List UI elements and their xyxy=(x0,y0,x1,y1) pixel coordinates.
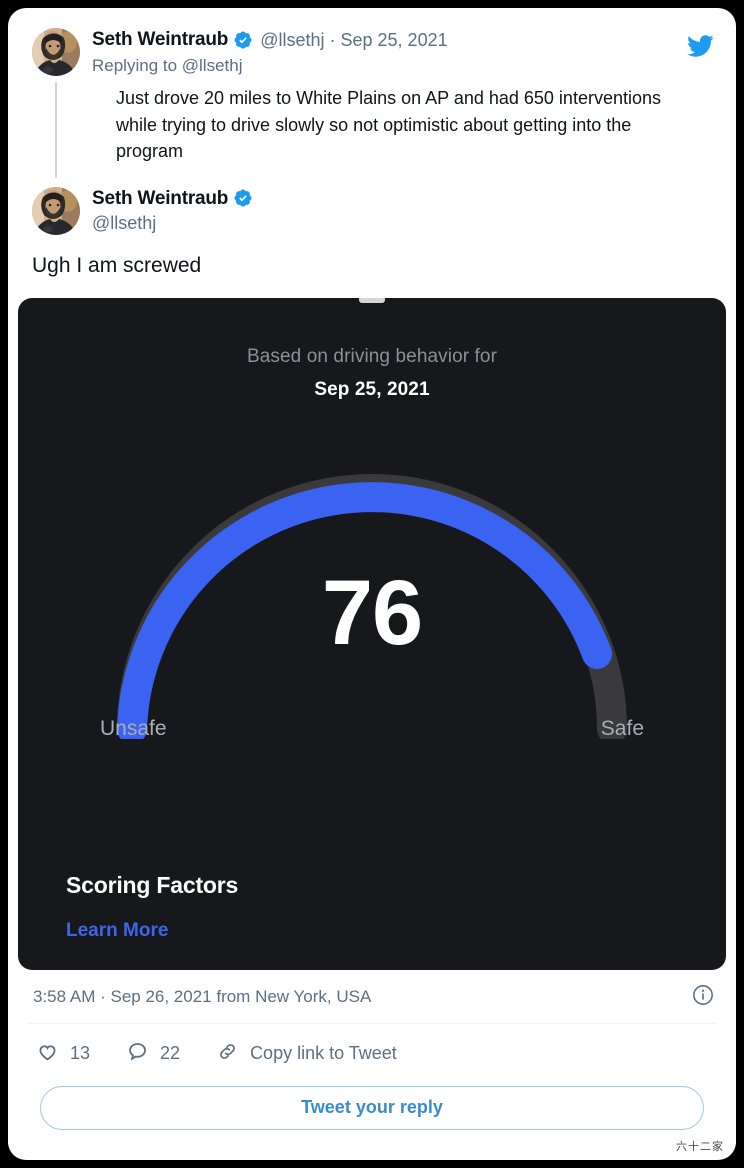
parent-tweet-header: Seth Weintraub @llsethj · Sep 25, 2021 R… xyxy=(32,28,716,76)
info-circle-icon[interactable] xyxy=(692,984,714,1011)
tweet-card: Seth Weintraub @llsethj · Sep 25, 2021 R… xyxy=(8,8,736,1160)
score-value: 76 xyxy=(92,567,652,659)
copy-link-label[interactable]: Copy link to Tweet xyxy=(250,1043,397,1064)
like-group[interactable]: 13 xyxy=(36,1040,90,1068)
avatar[interactable] xyxy=(32,187,80,235)
gauge-label-safe: Safe xyxy=(601,717,644,741)
parent-handle[interactable]: @llsethj xyxy=(260,29,324,52)
reply-bubble-icon[interactable] xyxy=(126,1040,149,1068)
parent-display-name[interactable]: Seth Weintraub xyxy=(92,28,228,52)
heart-icon[interactable] xyxy=(36,1040,59,1068)
tweet-timestamp: 3:58 AM · Sep 26, 2021 from New York, US… xyxy=(33,987,371,1007)
safety-score-gauge: 76 Unsafe Safe xyxy=(92,439,652,769)
gauge-label-unsafe: Unsafe xyxy=(100,717,167,741)
clipped-title-sliver xyxy=(359,298,385,303)
main-tweet-text: Ugh I am screwed xyxy=(32,252,716,280)
parent-separator: · xyxy=(330,29,336,52)
twitter-bird-icon[interactable] xyxy=(684,32,716,65)
gauge-endpoint-labels: Unsafe Safe xyxy=(100,717,644,741)
copy-link-group[interactable]: Copy link to Tweet xyxy=(216,1040,397,1068)
learn-more-link[interactable]: Learn More xyxy=(66,920,168,942)
safety-score-card[interactable]: Based on driving behavior for Sep 25, 20… xyxy=(18,298,726,970)
main-name-line: Seth Weintraub xyxy=(92,187,255,211)
screenshot-root: Seth Weintraub @llsethj · Sep 25, 2021 R… xyxy=(0,0,744,1168)
tweet-your-reply-label: Tweet your reply xyxy=(301,1097,443,1118)
watermark-text: 六十二家 xyxy=(676,1138,724,1154)
avatar[interactable] xyxy=(32,28,80,76)
score-date: Sep 25, 2021 xyxy=(18,379,726,401)
tweet-your-reply-button[interactable]: Tweet your reply xyxy=(40,1086,704,1130)
score-subtitle: Based on driving behavior for xyxy=(18,346,726,368)
main-handle[interactable]: @llsethj xyxy=(92,211,255,235)
tweet-meta-row: 3:58 AM · Sep 26, 2021 from New York, US… xyxy=(8,970,736,1023)
parent-date[interactable]: Sep 25, 2021 xyxy=(341,29,448,52)
reply-count: 22 xyxy=(160,1043,180,1064)
scoring-factors-title: Scoring Factors xyxy=(66,872,238,899)
reply-group[interactable]: 22 xyxy=(126,1040,180,1068)
parent-tweet: Seth Weintraub @llsethj · Sep 25, 2021 R… xyxy=(8,8,736,165)
like-count: 13 xyxy=(70,1043,90,1064)
link-chain-icon[interactable] xyxy=(216,1040,239,1068)
replying-to-label[interactable]: Replying to @llsethj xyxy=(92,56,716,76)
main-avatar-column xyxy=(32,187,80,235)
avatar-column xyxy=(32,28,80,76)
parent-name-line: Seth Weintraub @llsethj · Sep 25, 2021 xyxy=(92,28,716,52)
verified-badge-icon xyxy=(233,188,253,208)
engagement-row: 13 22 Copy link to xyxy=(8,1024,736,1084)
main-tweet: Seth Weintraub @llsethj Ugh I am screwed xyxy=(8,165,736,280)
parent-tweet-body: Just drove 20 miles to White Plains on A… xyxy=(116,85,690,165)
main-name-block: Seth Weintraub @llsethj xyxy=(92,187,255,236)
verified-badge-icon xyxy=(233,30,253,50)
thread-connector-line xyxy=(55,82,57,178)
parent-name-block: Seth Weintraub @llsethj · Sep 25, 2021 R… xyxy=(92,28,716,76)
main-display-name[interactable]: Seth Weintraub xyxy=(92,187,228,211)
main-tweet-header: Seth Weintraub @llsethj xyxy=(32,187,716,236)
